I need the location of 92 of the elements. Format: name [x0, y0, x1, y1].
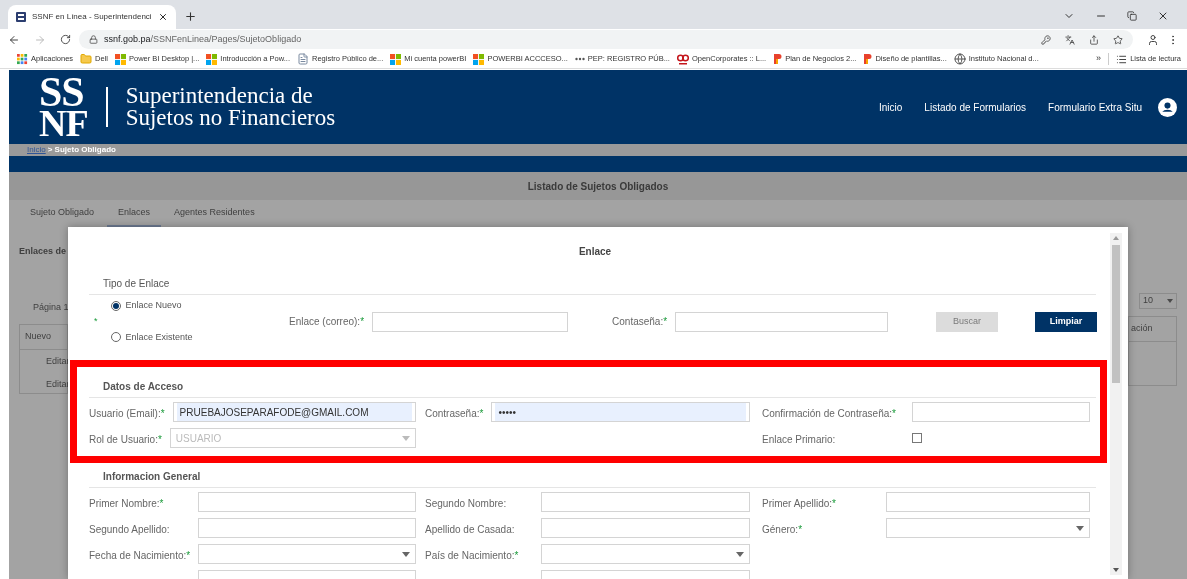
browser-tab[interactable]: SSNF en Línea - Superintendenci — [8, 5, 176, 29]
text-field[interactable] — [541, 518, 750, 538]
caret-icon — [736, 551, 744, 557]
windows-logo-icon — [115, 53, 127, 65]
page-title: Listado de Sujetos Obligados — [527, 179, 669, 194]
dots-icon — [574, 57, 585, 61]
nav-link[interactable]: Formulario Extra Situ — [1048, 99, 1142, 115]
field-label: Segundo Nombre: — [425, 498, 508, 509]
list-icon — [1116, 53, 1128, 65]
checkbox[interactable] — [912, 433, 922, 443]
field-label: Contaseña:* — [612, 315, 669, 329]
field-label: Rol de Usuario:* — [89, 434, 163, 445]
tab[interactable]: Sujeto Obligado — [19, 205, 106, 227]
folder-icon — [80, 53, 93, 65]
section-title: Enlaces de — [19, 245, 68, 258]
field-label: Confirmación de Contraseña:* — [762, 408, 897, 419]
windows-logo-icon — [390, 53, 402, 65]
field-label: Fecha de Nacimiento:* — [89, 550, 192, 561]
field-label: Usuario (Email):* — [89, 408, 166, 419]
select-field[interactable] — [541, 544, 750, 564]
text-field[interactable] — [675, 311, 889, 332]
section-heading: Datos de Acceso — [102, 380, 185, 394]
breadcrumb-current: > Sujeto Obligado — [47, 144, 116, 156]
nav-link[interactable]: Inicio — [879, 99, 903, 115]
caret-icon — [402, 551, 410, 557]
site-logo-icon — [16, 12, 26, 22]
field-label: Enlace Primario: — [762, 434, 837, 445]
text-field[interactable] — [541, 492, 750, 512]
pager-text: Página 1 — [32, 300, 68, 314]
url-text: ssnf.gob.pa/SSNFenLinea/Pages/SujetoObligado — [104, 32, 302, 46]
new-tab-icon[interactable] — [183, 10, 197, 23]
field-label: Primer Nombre:* — [89, 498, 165, 509]
document-icon — [296, 53, 309, 65]
scroll-up-icon[interactable] — [1113, 236, 1119, 240]
edit-link[interactable]: Editar — [20, 349, 67, 373]
tab-title: SSNF en Línea - Superintendenci — [32, 11, 152, 23]
windows-logo-icon — [206, 53, 218, 65]
key-icon[interactable] — [1041, 34, 1051, 45]
flag-logo-icon — [773, 53, 783, 65]
lock-icon — [89, 35, 98, 44]
modal-title: Enlace — [577, 245, 613, 259]
section-heading: Informacion General — [102, 470, 202, 484]
text-field[interactable] — [912, 402, 1090, 422]
apps-grid-icon — [17, 53, 28, 65]
page-size-select[interactable]: 10 — [1139, 293, 1177, 309]
field-label: Segundo Apellido: — [89, 524, 171, 535]
field-label: Primer Apellido:* — [762, 498, 837, 509]
profile-icon[interactable] — [1147, 33, 1159, 46]
text-field[interactable]: PRUEBAJOSEPARAFODE@GMAIL.COM — [172, 402, 416, 422]
back-icon[interactable] — [8, 33, 20, 46]
close-icon[interactable] — [157, 12, 168, 22]
reload-icon[interactable] — [60, 34, 71, 45]
text-field[interactable] — [886, 492, 1090, 512]
caret-icon — [402, 435, 410, 441]
text-field[interactable]: ••••• — [491, 402, 750, 422]
select-field[interactable] — [198, 544, 416, 564]
user-avatar-icon[interactable] — [1158, 97, 1177, 117]
field-label: Contraseña:* — [425, 408, 485, 419]
caret-icon — [1076, 525, 1084, 531]
translate-icon[interactable] — [1065, 34, 1075, 45]
scrollbar[interactable] — [1110, 233, 1122, 575]
windows-logo-icon — [473, 53, 485, 65]
restore-icon[interactable] — [1127, 11, 1137, 21]
field-label: Apellido de Casada: — [425, 524, 516, 535]
action-button[interactable]: Limpiar — [1035, 311, 1098, 332]
more-bookmarks[interactable]: » — [1096, 52, 1102, 66]
required-mark: * — [94, 314, 98, 328]
text-field[interactable] — [372, 311, 569, 332]
radio-label: Enlace Existente — [125, 330, 193, 344]
field-label: País de Nacimiento:* — [425, 550, 520, 561]
text-field[interactable] — [198, 518, 416, 538]
field-label: Género:* — [762, 524, 804, 535]
site-title: Superintendencia de Sujetos no Financieros — [125, 85, 336, 129]
forward-icon[interactable] — [34, 33, 46, 46]
section-heading: Tipo de Enlace — [102, 277, 171, 291]
flag-logo-icon — [863, 53, 873, 65]
share-icon[interactable] — [1089, 34, 1099, 45]
edit-link[interactable]: Editar — [20, 373, 67, 397]
select-field[interactable] — [886, 518, 1090, 538]
text-field[interactable] — [198, 492, 416, 512]
radio-label: Enlace Nuevo — [125, 299, 182, 312]
address-bar[interactable]: ssnf.gob.pa/SSNFenLinea/Pages/SujetoObligado — [79, 30, 1133, 49]
nav-link[interactable]: Listado de Formularios — [924, 99, 1027, 115]
star-icon[interactable] — [1113, 34, 1123, 45]
field-label: Enlace (correo):* — [289, 315, 366, 329]
scroll-down-icon[interactable] — [1113, 568, 1119, 572]
close-icon[interactable] — [1157, 10, 1169, 22]
globe-icon — [953, 53, 966, 65]
rings-logo-icon — [676, 53, 689, 65]
caret-icon — [1167, 299, 1173, 303]
site-logo: SS NF — [39, 76, 88, 138]
tab[interactable]: Agentes Residentes — [163, 205, 266, 227]
